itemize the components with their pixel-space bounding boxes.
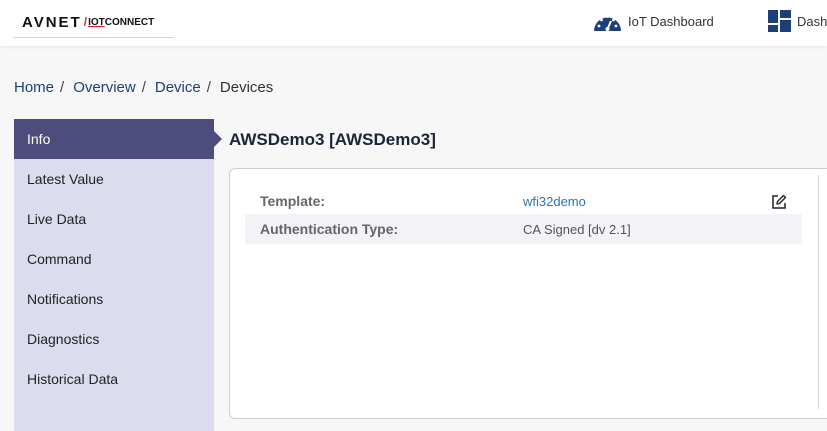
breadcrumb-separator: / (141, 79, 146, 96)
breadcrumb-separator: / (60, 79, 65, 96)
sidebar-item-label: Latest Value (27, 171, 104, 187)
avnet-iotconnect-logo[interactable]: AVNET / IOT CONNECT (13, 7, 174, 38)
logo-separator: / (83, 15, 88, 29)
logo-connect: CONNECT (104, 16, 155, 28)
sidebar-item-notifications[interactable]: Notifications (14, 279, 214, 319)
edit-button[interactable] (770, 193, 788, 211)
nav-iot-dashboard[interactable]: IoT Dashboard (593, 8, 714, 34)
sidebar-item-label: Info (27, 131, 51, 147)
nav-dashboard[interactable]: Dash (768, 8, 827, 34)
card-divider (818, 175, 819, 409)
authentication-type-label: Authentication Type: (260, 221, 399, 237)
sidebar-item-command[interactable]: Command (14, 239, 214, 279)
logo-iot: IOT (88, 16, 105, 28)
sidebar-item-live-data[interactable]: Live Data (14, 199, 214, 239)
authentication-type-value: CA Signed [dv 2.1] (523, 221, 631, 237)
breadcrumb-overview[interactable]: Overview (73, 79, 136, 96)
top-bar: AVNET / IOT CONNECT IoT Dashboard Dash (0, 0, 827, 46)
sidebar-item-info[interactable]: Info (14, 119, 222, 159)
breadcrumb-device[interactable]: Device (155, 79, 201, 96)
sidebar-item-historical-data[interactable]: Historical Data (14, 359, 214, 399)
nav-dashboard-label: Dash (797, 13, 827, 29)
sidebar-item-label: Notifications (27, 291, 104, 307)
sidebar-item-label: Command (27, 251, 92, 267)
template-value-link[interactable]: wfi32demo (523, 194, 586, 209)
info-row-template: Template: wfi32demo (245, 186, 802, 216)
breadcrumb-separator: / (206, 79, 211, 96)
breadcrumb-devices: Devices (219, 79, 274, 96)
breadcrumb: Home / Overview / Device / Devices (14, 79, 273, 96)
info-row-authentication: Authentication Type: CA Signed [dv 2.1] (245, 214, 802, 244)
speedometer-icon (593, 10, 622, 32)
device-info-card: Template: wfi32demo Authentication Type:… (229, 168, 827, 419)
sidebar-item-label: Live Data (27, 211, 87, 227)
edit-icon (772, 194, 787, 209)
sidebar-item-diagnostics[interactable]: Diagnostics (14, 319, 214, 359)
template-label: Template: (260, 193, 326, 209)
logo-brand: AVNET (22, 13, 82, 31)
page-title: AWSDemo3 [AWSDemo3] (229, 130, 436, 149)
breadcrumb-home[interactable]: Home (14, 79, 54, 96)
sidebar-item-latest-value[interactable]: Latest Value (14, 159, 214, 199)
sidebar: Info Latest Value Live Data Command Noti… (14, 119, 222, 431)
sidebar-item-label: Historical Data (27, 371, 119, 387)
dashboard-grid-icon (768, 10, 791, 32)
sidebar-item-label: Diagnostics (27, 331, 100, 347)
nav-iot-dashboard-label: IoT Dashboard (628, 13, 714, 29)
